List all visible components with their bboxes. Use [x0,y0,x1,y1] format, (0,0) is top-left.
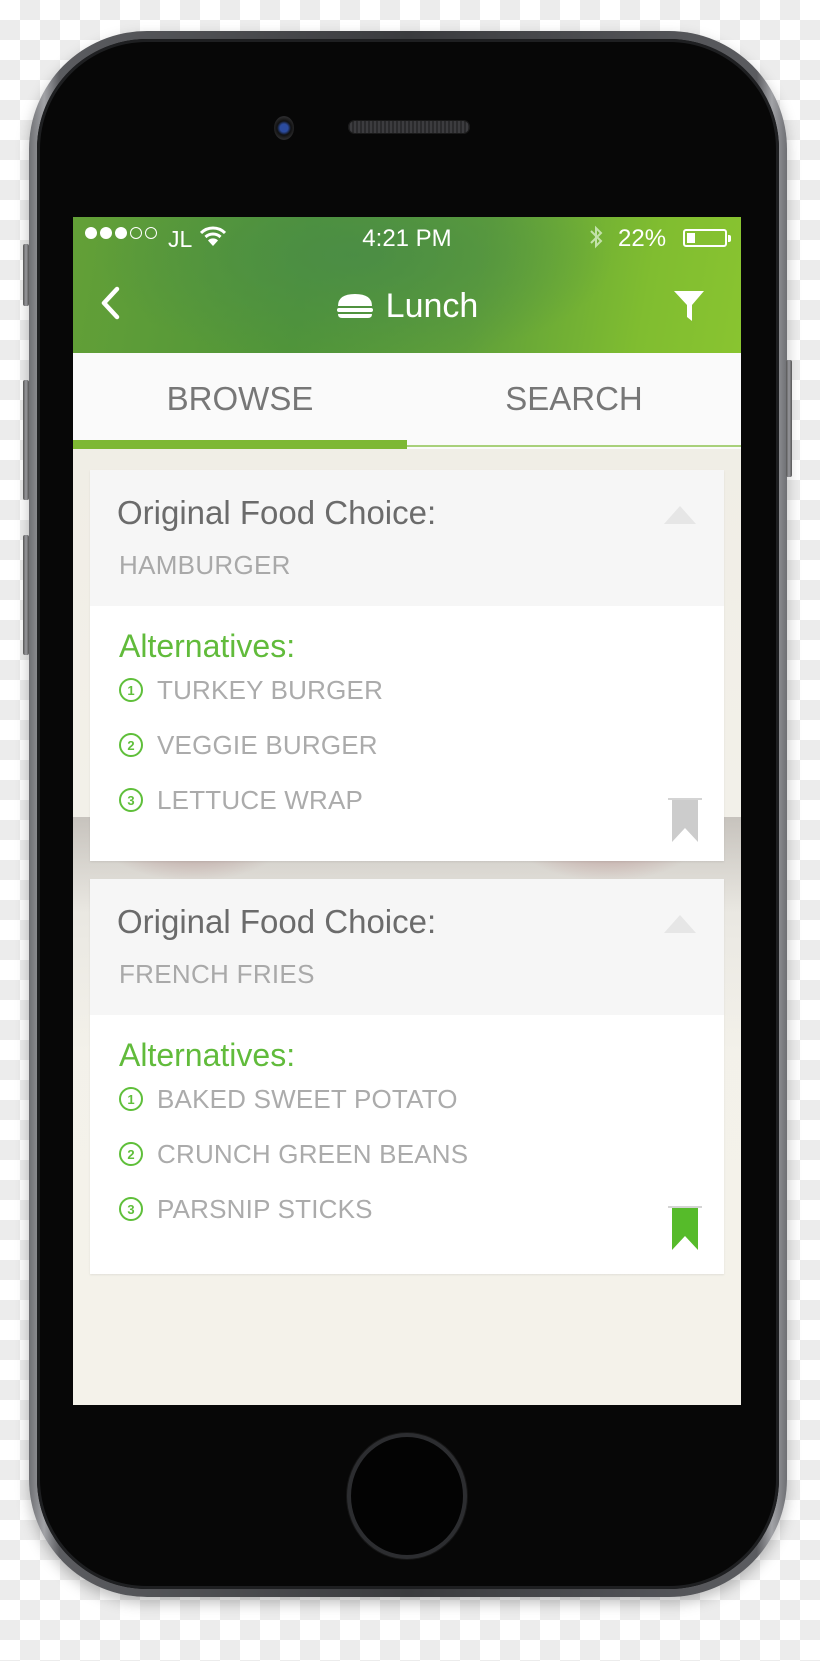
alternative-item[interactable]: 3 LETTUCE WRAP [119,780,363,820]
page-title: Lunch [73,287,741,328]
tab-divider-line [407,445,741,447]
alternative-item[interactable]: 2 VEGGIE BURGER [119,725,378,765]
alternative-item[interactable]: 3 PARSNIP STICKS [119,1189,373,1229]
status-bar: JL 4:21 PM 22% [73,217,741,257]
original-choice-value: HAMBURGER [119,550,291,580]
alternative-item[interactable]: 1 BAKED SWEET POTATO [119,1079,458,1119]
hamburger-icon [336,289,374,328]
app-screen: JL 4:21 PM 22% Lunch BROWSE SEARCH Origi… [73,217,741,1405]
header: JL 4:21 PM 22% Lunch [73,217,741,353]
alternative-text: VEGGIE BURGER [157,729,378,760]
food-card: Original Food Choice: FRENCH FRIES Alter… [90,879,724,1274]
original-choice-value: FRENCH FRIES [119,959,315,989]
alternative-text: PARSNIP STICKS [157,1193,373,1224]
original-choice-label: Original Food Choice: [117,494,437,531]
volume-up-button [23,380,29,500]
bookmark-icon [668,1206,702,1250]
filter-button[interactable] [673,287,705,325]
bookmark-button[interactable] [668,798,702,844]
alternative-text: BAKED SWEET POTATO [157,1083,458,1114]
alternative-item[interactable]: 1 TURKEY BURGER [119,670,383,710]
card-header[interactable]: Original Food Choice: FRENCH FRIES [90,879,724,1015]
tab-browse[interactable]: BROWSE [73,353,407,449]
alternative-text: TURKEY BURGER [157,674,384,705]
number-circle-icon: 3 [119,1197,143,1221]
number-circle-icon: 3 [119,788,143,812]
battery-percent: 22% [618,225,667,252]
battery-icon [683,229,727,247]
alternative-item[interactable]: 2 CRUNCH GREEN BEANS [119,1134,468,1174]
front-camera [274,116,294,140]
battery-tip [728,235,731,242]
collapse-up-icon[interactable] [664,915,696,933]
alternatives-title: Alternatives: [119,628,296,664]
original-choice-label: Original Food Choice: [117,903,437,940]
filter-icon [674,291,704,321]
home-button[interactable] [347,1433,467,1559]
card-header[interactable]: Original Food Choice: HAMBURGER [90,470,724,606]
number-circle-icon: 2 [119,1142,143,1166]
earpiece-speaker [348,120,470,134]
number-circle-icon: 2 [119,733,143,757]
power-button [786,360,792,477]
bookmark-button[interactable] [668,1206,702,1252]
tab-bar: BROWSE SEARCH [73,353,741,449]
active-tab-indicator [73,440,407,449]
title-text: Lunch [385,287,479,325]
number-circle-icon: 1 [119,678,143,702]
alternative-text: LETTUCE WRAP [157,784,364,815]
number-circle-icon: 1 [119,1087,143,1111]
alternative-text: CRUNCH GREEN BEANS [157,1138,469,1169]
bookmark-icon [668,798,702,842]
collapse-up-icon[interactable] [664,506,696,524]
food-card: Original Food Choice: HAMBURGER Alternat… [90,470,724,861]
mute-switch [23,244,29,306]
tab-search[interactable]: SEARCH [407,353,741,449]
alternatives-title: Alternatives: [119,1037,296,1073]
volume-down-button [23,535,29,655]
bluetooth-icon [588,223,604,258]
battery-level [687,233,695,243]
